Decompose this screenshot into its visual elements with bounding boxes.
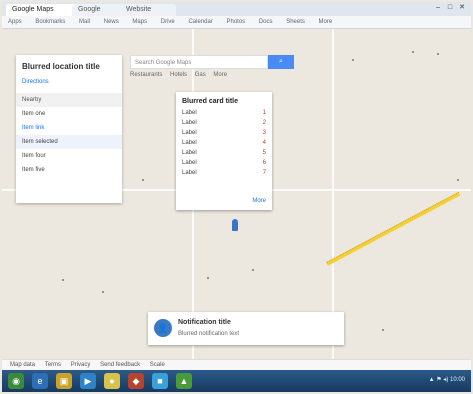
panel-section-header: Nearby [16,93,122,107]
screen: Google Maps Google Website – □ ✕ Apps Bo… [2,2,471,392]
bookmark-item[interactable]: Mail [79,19,90,25]
map-point [352,59,354,61]
bookmark-item[interactable]: Bookmarks [35,19,65,25]
app2-icon[interactable]: ■ [152,373,168,389]
directions-link[interactable]: Directions [16,73,122,89]
media-icon[interactable]: ▶ [80,373,96,389]
side-panel: Blurred location title Directions Nearby… [16,55,122,203]
notification-title: Notification title [178,319,231,326]
search-icon: ⌕ [279,58,283,65]
browser-tab-bar: Google Maps Google Website – □ ✕ [2,2,471,16]
panel-list-item[interactable]: Item four [16,149,122,163]
taskbar: ◉ e ▣ ▶ ● ◆ ■ ▲ ▲ ⚑ ◂) 10:00 [2,370,471,392]
info-row: Label 1 [182,110,266,116]
notification-card[interactable]: 👤 Notification title Blurred notificatio… [148,312,344,345]
bookmark-item[interactable]: News [104,19,119,25]
info-card-title: Blurred card title [182,98,239,105]
map-data-label: Map data [10,362,36,368]
app3-icon[interactable]: ▲ [176,373,192,389]
category-chips: Restaurants Hotels Gas More [130,72,233,78]
search-input[interactable]: Search Google Maps [130,55,268,69]
system-tray[interactable]: ▲ ⚑ ◂) 10:00 [429,376,465,383]
bookmarks-bar: Apps Bookmarks Mail News Maps Drive Cale… [2,16,471,29]
bookmark-item[interactable]: More [319,19,333,25]
info-row: Label 6 [182,160,266,166]
window-controls: – □ ✕ [433,3,467,11]
map-point [412,51,414,53]
map-point [252,269,254,271]
search-button[interactable]: ⌕ [268,55,294,69]
info-row: Label 7 [182,170,266,176]
map-point [62,279,64,281]
panel-title: Blurred location title [22,62,100,71]
app-icon[interactable]: ◆ [128,373,144,389]
info-row: Label 3 [182,130,266,136]
close-button[interactable]: ✕ [457,3,467,11]
info-row: Label 4 [182,140,266,146]
privacy-link[interactable]: Privacy [71,362,91,368]
map-point [382,329,384,331]
user-icon: 👤 [154,319,172,337]
bookmark-item[interactable]: Drive [161,19,175,25]
terms-link[interactable]: Terms [45,362,61,368]
start-icon[interactable]: ◉ [8,373,24,389]
map-point [437,53,439,55]
chip-more[interactable]: More [213,72,227,78]
map-status-bar: Map data Terms Privacy Send feedback Sca… [2,359,471,370]
maximize-button[interactable]: □ [445,4,455,11]
bookmark-item[interactable]: Maps [132,19,147,25]
tab-website[interactable]: Website [120,4,176,16]
notification-text: Blurred notification text [178,331,240,337]
chip-restaurants[interactable]: Restaurants [130,72,162,78]
info-row: Label 2 [182,120,266,126]
ie-icon[interactable]: e [32,373,48,389]
map-road [332,29,334,359]
minimize-button[interactable]: – [433,4,443,11]
folder-icon[interactable]: ▣ [56,373,72,389]
chrome-icon[interactable]: ● [104,373,120,389]
chip-hotels[interactable]: Hotels [170,72,187,78]
panel-list-item[interactable]: Item five [16,163,122,177]
info-row: Label 5 [182,150,266,156]
map-point [102,291,104,293]
bookmark-item[interactable]: Sheets [286,19,305,25]
map-point [207,277,209,279]
chip-gas[interactable]: Gas [195,72,206,78]
panel-list-item[interactable]: Item one [16,107,122,121]
panel-list-item[interactable]: Item selected [16,135,122,149]
bookmark-item[interactable]: Apps [8,19,22,25]
map-marker-icon[interactable] [232,219,238,231]
map-highway [326,191,461,266]
info-card-more-link[interactable]: More [252,198,266,204]
bookmark-item[interactable]: Calendar [188,19,212,25]
map-point [457,179,459,181]
info-card: Blurred card title Label 1 Label 2 Label 3 … [176,92,272,210]
tab-google-maps[interactable]: Google Maps [6,4,80,16]
bookmark-item[interactable]: Docs [259,19,273,25]
scale-label: Scale [149,362,165,368]
bookmark-item[interactable]: Photos [226,19,245,25]
feedback-link[interactable]: Send feedback [100,362,140,368]
panel-list-item[interactable]: Item link [16,121,122,135]
map-point [142,179,144,181]
